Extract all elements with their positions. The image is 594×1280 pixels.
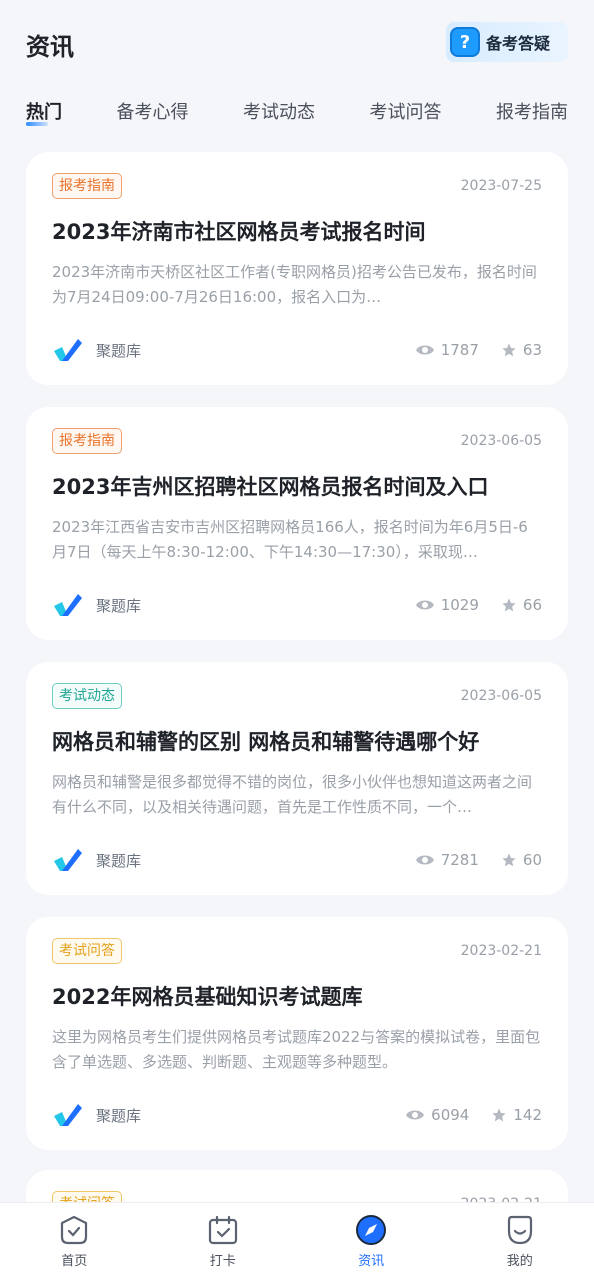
eye-icon [415,855,434,865]
eye-icon [415,345,434,355]
tab-hot[interactable]: 热门 [26,98,62,128]
view-count: 1029 [415,596,479,614]
category-tabs: 热门 备考心得 考试动态 考试问答 报考指南 [0,88,594,138]
article-source: 聚题库 [96,341,142,360]
article-tag: 报考指南 [52,428,122,454]
source-logo-icon [54,594,82,616]
exam-qa-label: 备考答疑 [486,34,551,53]
article-title: 2022年网格员基础知识考试题库 [52,985,363,1009]
tab-prep-experience[interactable]: 备考心得 [117,98,189,128]
article-tag: 报考指南 [52,173,122,199]
article-source: 聚题库 [96,1106,142,1125]
star-icon [502,343,516,357]
star-icon [502,853,516,867]
star-icon [492,1108,507,1122]
article-title: 网格员和辅警的区别 网格员和辅警待遇哪个好 [52,730,480,754]
nav-checkin[interactable]: 打卡 [173,1214,273,1269]
nav-home[interactable]: 首页 [24,1214,124,1269]
compass-icon [356,1215,387,1245]
article-summary: 2023年江西省吉安市吉州区招聘网格员166人，报名时间为年6月5日-6月7日（… [52,518,528,561]
article-tag: 考试动态 [52,683,122,709]
favorite-count: 66 [501,596,542,614]
article-summary: 2023年济南市天桥区社区工作者(专职网格员)招考公告已发布，报名时间为7月24… [52,263,537,306]
favorite-count: 142 [491,1106,542,1124]
question-icon: ? [450,27,480,57]
article-card[interactable]: 考试动态 2023-06-05 网格员和辅警的区别 网格员和辅警待遇哪个好 网格… [26,662,568,895]
tab-exam-qa[interactable]: 考试问答 [370,98,442,128]
app-header: 资讯 ? 备考答疑 [0,0,594,88]
star-icon [502,598,516,612]
favorite-count: 63 [501,341,542,359]
article-date: 2023-06-05 [460,433,542,449]
calendar-check-icon [208,1215,237,1245]
tab-registration-guide[interactable]: 报考指南 [496,98,568,128]
page-title: 资讯 [26,32,74,61]
favorite-count-value: 66 [522,596,542,614]
tab-exam-news[interactable]: 考试动态 [243,98,315,128]
nav-news[interactable]: 资讯 [321,1214,421,1269]
view-count: 1787 [415,341,479,359]
source-logo-icon [54,339,82,361]
view-count: 6094 [405,1106,469,1124]
eye-icon [406,1110,425,1120]
favorite-count: 60 [501,851,542,869]
article-card[interactable]: 报考指南 2023-06-05 2023年吉州区招聘社区网格员报名时间及入口 2… [26,407,568,640]
article-list: 报考指南 2023-07-25 2023年济南市社区网格员考试报名时间 2023… [0,138,594,1150]
article-date: 2023-07-25 [460,178,542,194]
article-source: 聚题库 [96,596,142,615]
view-count-value: 1029 [440,596,479,614]
nav-home-label: 首页 [61,1254,88,1269]
nav-news-label: 资讯 [358,1254,385,1269]
nav-checkin-label: 打卡 [209,1254,236,1269]
home-icon [61,1215,88,1245]
nav-profile-label: 我的 [506,1254,533,1269]
article-date: 2023-02-21 [460,943,542,959]
nav-profile[interactable]: 我的 [470,1214,570,1269]
exam-qa-button[interactable]: ? 备考答疑 [446,22,568,62]
article-summary: 这里为网格员考生们提供网格员考试题库2022与答案的模拟试卷，里面包含了单选题、… [52,1028,541,1071]
bottom-navigation: 首页 打卡 资讯 我的 [0,1202,594,1280]
article-title: 2023年吉州区招聘社区网格员报名时间及入口 [52,475,489,499]
favorite-count-value: 60 [522,851,542,869]
view-count-value: 6094 [431,1106,470,1124]
article-tag: 考试问答 [52,938,122,964]
profile-icon [507,1215,532,1245]
article-date: 2023-06-05 [460,688,542,704]
article-card[interactable]: 考试问答 2023-02-21 2022年网格员基础知识考试题库 这里为网格员考… [26,917,568,1150]
view-count-value: 1787 [440,341,479,359]
favorite-count-value: 63 [522,341,542,359]
favorite-count-value: 142 [513,1106,542,1124]
article-title: 2023年济南市社区网格员考试报名时间 [52,220,426,244]
source-logo-icon [54,1104,82,1126]
article-source: 聚题库 [96,851,142,870]
eye-icon [415,600,434,610]
view-count-value: 7281 [440,851,479,869]
article-card[interactable]: 报考指南 2023-07-25 2023年济南市社区网格员考试报名时间 2023… [26,152,568,385]
source-logo-icon [54,849,82,871]
article-summary: 网格员和辅警是很多都觉得不错的岗位，很多小伙伴也想知道这两者之间有什么不同，以及… [52,773,533,816]
view-count: 7281 [415,851,479,869]
